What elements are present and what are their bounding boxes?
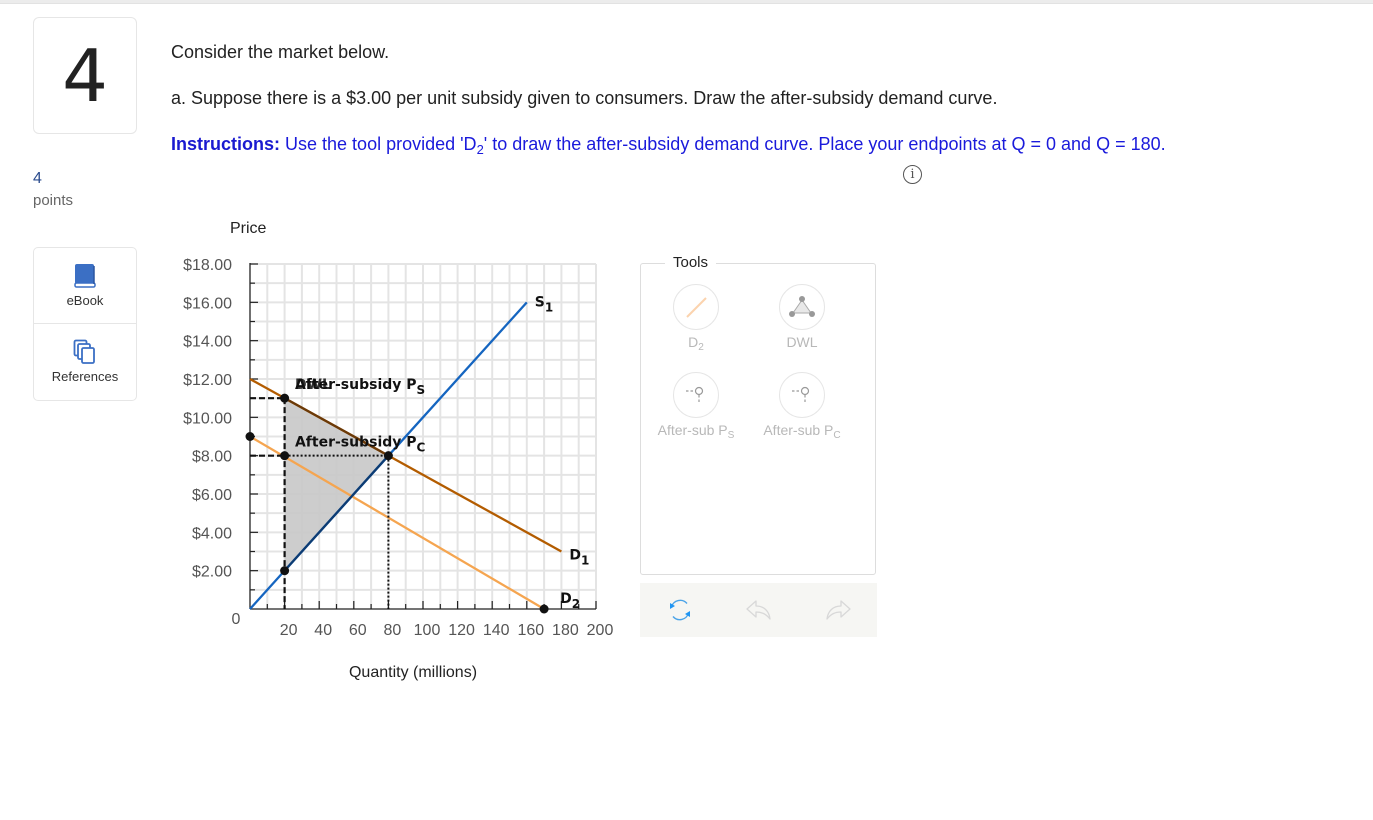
ebook-label: eBook — [66, 293, 104, 308]
label-s1: S1 — [535, 294, 553, 314]
chart-svg[interactable]: $2.00 $4.00 $6.00 $8.00 $10.00 $12.00 $14.00 $1… — [160, 205, 630, 695]
line-tool-icon — [686, 297, 707, 318]
question-part-a: a. Suppose there is a $3.00 per unit sub… — [171, 88, 998, 108]
x-tick-label: 20 — [280, 622, 298, 639]
point-tool-icon — [686, 386, 704, 404]
tool-ps-sub: S — [727, 430, 735, 442]
tools-panel: Tools D2 DWL After-sub PS After-sub PC — [640, 254, 876, 575]
tool-d2[interactable]: D2 — [641, 284, 751, 354]
top-bar — [0, 0, 1373, 4]
tool-ps-label: After-sub P — [657, 422, 728, 438]
points-value: 4 — [33, 170, 42, 187]
question-number: 4 — [62, 33, 108, 118]
x-tick-label: 60 — [349, 622, 367, 639]
instructions: Instructions: Use the tool provided 'D2'… — [171, 134, 1166, 157]
d2-endpoint-marker — [245, 432, 255, 441]
tool-pc-label: After-sub P — [763, 422, 834, 438]
x-tick-label: 40 — [314, 622, 332, 639]
point-tool-icon — [792, 386, 810, 404]
references-button[interactable]: References — [34, 323, 136, 399]
tools-legend: Tools — [665, 254, 717, 271]
tool-pc-sub: C — [833, 430, 841, 442]
y-tick-label: $16.00 — [183, 295, 232, 312]
y-tick-label: $8.00 — [192, 449, 232, 466]
question-number-box: 4 — [33, 17, 137, 134]
y-tick-label: $10.00 — [183, 410, 232, 427]
documents-icon — [73, 339, 95, 364]
instructions-text-pre: Use the tool provided 'D — [280, 134, 477, 154]
y-tick-label: $6.00 — [192, 487, 232, 504]
x-tick-label: 100 — [414, 622, 441, 639]
action-bar — [640, 583, 877, 637]
reset-button[interactable] — [660, 590, 700, 630]
y-tick-label: $14.00 — [183, 334, 232, 351]
redo-icon — [825, 600, 851, 620]
market-graph[interactable]: $2.00 $4.00 $6.00 $8.00 $10.00 $12.00 $14.00 $1… — [160, 205, 630, 695]
resources-panel: eBook References — [33, 247, 137, 401]
info-icon[interactable]: i — [903, 165, 922, 184]
d2-endpoint-marker — [539, 604, 549, 614]
y-axis-title: Price — [230, 220, 267, 237]
point-marker — [280, 393, 290, 403]
x-tick-label: 80 — [384, 622, 402, 639]
question-intro: Consider the market below. — [171, 42, 390, 62]
label-d2: D2 — [560, 591, 580, 611]
x-tick-label: 160 — [517, 622, 544, 639]
y-tick-label: $18.00 — [183, 257, 232, 274]
label-dwl: DWL — [295, 377, 331, 393]
redo-button[interactable] — [818, 590, 858, 630]
y-tick-label: $2.00 — [192, 564, 232, 581]
point-marker — [280, 566, 290, 576]
polygon-tool-icon — [789, 296, 815, 317]
tool-after-sub-pc[interactable]: After-sub PC — [747, 372, 857, 442]
book-icon — [74, 264, 96, 288]
instructions-label: Instructions: — [171, 134, 281, 154]
x-tick-label: 120 — [448, 622, 475, 639]
x-tick-label: 200 — [587, 622, 614, 639]
y-tick-label: $4.00 — [192, 525, 232, 542]
point-marker — [280, 451, 290, 461]
tool-d2-label: D — [688, 334, 699, 350]
instructions-sub: 2 — [476, 141, 484, 157]
y-tick-label: $12.00 — [183, 372, 232, 389]
points-label: points — [33, 192, 74, 209]
undo-button[interactable] — [739, 590, 779, 630]
x-tick-label: 140 — [483, 622, 510, 639]
point-marker — [383, 451, 393, 461]
tool-after-sub-ps[interactable]: After-sub PS — [641, 372, 751, 442]
tool-dwl-label: DWL — [786, 334, 818, 350]
references-label: References — [51, 369, 119, 384]
origin-label: 0 — [232, 611, 241, 628]
x-axis-title: Quantity (millions) — [349, 664, 477, 681]
instructions-text-post: ' to draw the after-subsidy demand curve… — [483, 134, 1166, 154]
tool-dwl[interactable]: DWL — [747, 284, 857, 350]
undo-icon — [745, 600, 771, 620]
tool-d2-sub: 2 — [698, 342, 704, 354]
x-tick-label: 180 — [552, 622, 579, 639]
refresh-icon — [669, 599, 690, 621]
ebook-button[interactable]: eBook — [34, 248, 136, 323]
